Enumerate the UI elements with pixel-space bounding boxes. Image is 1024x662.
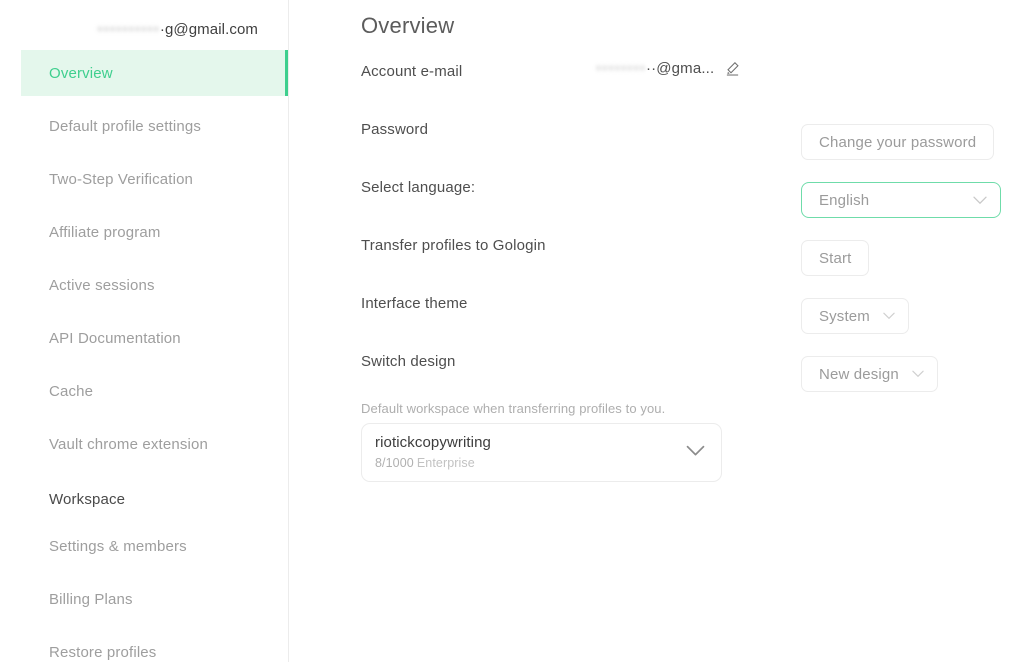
- row-label: Transfer profiles to Gologin: [361, 237, 546, 254]
- sidebar-item-label: Cache: [49, 382, 94, 400]
- default-workspace-select[interactable]: riotickcopywriting 8/1000 Enterprise: [361, 423, 722, 482]
- language-select-value: English: [819, 191, 870, 209]
- control-slot-theme: System: [801, 298, 1001, 356]
- sidebar-item-settings-and-members[interactable]: Settings & members: [0, 523, 288, 569]
- workspace-text: riotickcopywriting 8/1000 Enterprise: [375, 434, 491, 471]
- chevron-down-icon: [883, 312, 895, 320]
- sidebar-item-label: Overview: [49, 64, 113, 82]
- chevron-down-icon: [912, 370, 924, 378]
- chevron-down-icon: [973, 196, 987, 205]
- sidebar-item-overview[interactable]: Overview: [21, 50, 288, 96]
- switch-design-value: New design: [819, 365, 899, 383]
- control-slot-design: New design: [801, 356, 1001, 414]
- account-email-value: ••••••••··@gma...: [596, 60, 714, 77]
- control-slot-password: Change your password: [801, 124, 1001, 182]
- sidebar-item-billing-plans[interactable]: Billing Plans: [0, 576, 288, 622]
- row-label: Switch design: [361, 353, 456, 370]
- sidebar-section-workspace: Workspace: [0, 478, 288, 520]
- control-slot-transfer: Start: [801, 240, 1001, 298]
- sidebar-item-label: Default profile settings: [49, 117, 202, 135]
- switch-design-select[interactable]: New design: [801, 356, 938, 392]
- sidebar-item-label: Affiliate program: [49, 223, 161, 241]
- sidebar: ••••••••••·g@gmail.com Overview Default …: [0, 0, 289, 662]
- row-label: Password: [361, 121, 429, 138]
- account-email-value-group: ••••••••··@gma...: [596, 60, 740, 77]
- sidebar-item-api-documentation[interactable]: API Documentation: [0, 315, 288, 361]
- sidebar-item-default-profile-settings[interactable]: Default profile settings: [0, 103, 288, 149]
- sidebar-item-label: Billing Plans: [49, 590, 133, 608]
- sidebar-nav: Overview Default profile settings Two-St…: [0, 50, 288, 662]
- control-slot-language: English: [801, 182, 1001, 240]
- workspace-sub: 8/1000 Enterprise: [375, 456, 491, 472]
- sidebar-item-label: Restore profiles: [49, 643, 157, 661]
- sidebar-account-email: ••••••••••·g@gmail.com: [97, 21, 258, 38]
- row-label: Account e-mail: [361, 63, 463, 80]
- workspace-profile-count: 8/1000: [375, 455, 414, 470]
- account-email-text: ·g@gmail.com: [159, 21, 258, 38]
- pencil-icon[interactable]: [725, 61, 740, 76]
- workspace-name: riotickcopywriting: [375, 433, 491, 451]
- sidebar-item-vault-chrome-extension[interactable]: Vault chrome extension: [0, 421, 288, 467]
- sidebar-item-two-step-verification[interactable]: Two-Step Verification: [0, 156, 288, 202]
- sidebar-item-affiliate-program[interactable]: Affiliate program: [0, 209, 288, 255]
- workspace-plan: Enterprise: [416, 455, 475, 470]
- page-title: Overview: [361, 13, 455, 38]
- main-content: Overview Account e-mail ••••••••··@gma..…: [289, 0, 1024, 662]
- account-email-value-blurred-prefix: ••••••••: [596, 60, 647, 77]
- sidebar-item-label: Vault chrome extension: [49, 435, 208, 453]
- sidebar-item-label: Two-Step Verification: [49, 170, 194, 188]
- sidebar-item-label: Active sessions: [49, 276, 155, 294]
- change-password-button[interactable]: Change your password: [801, 124, 995, 160]
- language-select[interactable]: English: [801, 182, 1001, 218]
- settings-controls: Change your password English Start Syste…: [801, 66, 1001, 414]
- sidebar-item-label: Settings & members: [49, 537, 187, 555]
- sidebar-section-label: Workspace: [49, 490, 126, 508]
- row-label: Select language:: [361, 179, 476, 196]
- account-email-blurred-prefix: ••••••••••: [97, 21, 160, 38]
- sidebar-item-active-sessions[interactable]: Active sessions: [0, 262, 288, 308]
- account-email-value-text: ··@gma...: [646, 60, 715, 77]
- control-slot-email: [801, 66, 1001, 124]
- interface-theme-value: System: [819, 307, 870, 325]
- row-label: Interface theme: [361, 295, 468, 312]
- workspace-hint-label: Default workspace when transferring prof…: [361, 401, 666, 416]
- sidebar-item-restore-profiles[interactable]: Restore profiles: [0, 629, 288, 662]
- sidebar-item-cache[interactable]: Cache: [0, 368, 288, 414]
- sidebar-item-label: API Documentation: [49, 329, 181, 347]
- interface-theme-select[interactable]: System: [801, 298, 909, 334]
- transfer-start-button[interactable]: Start: [801, 240, 870, 276]
- chevron-down-icon: [686, 444, 705, 462]
